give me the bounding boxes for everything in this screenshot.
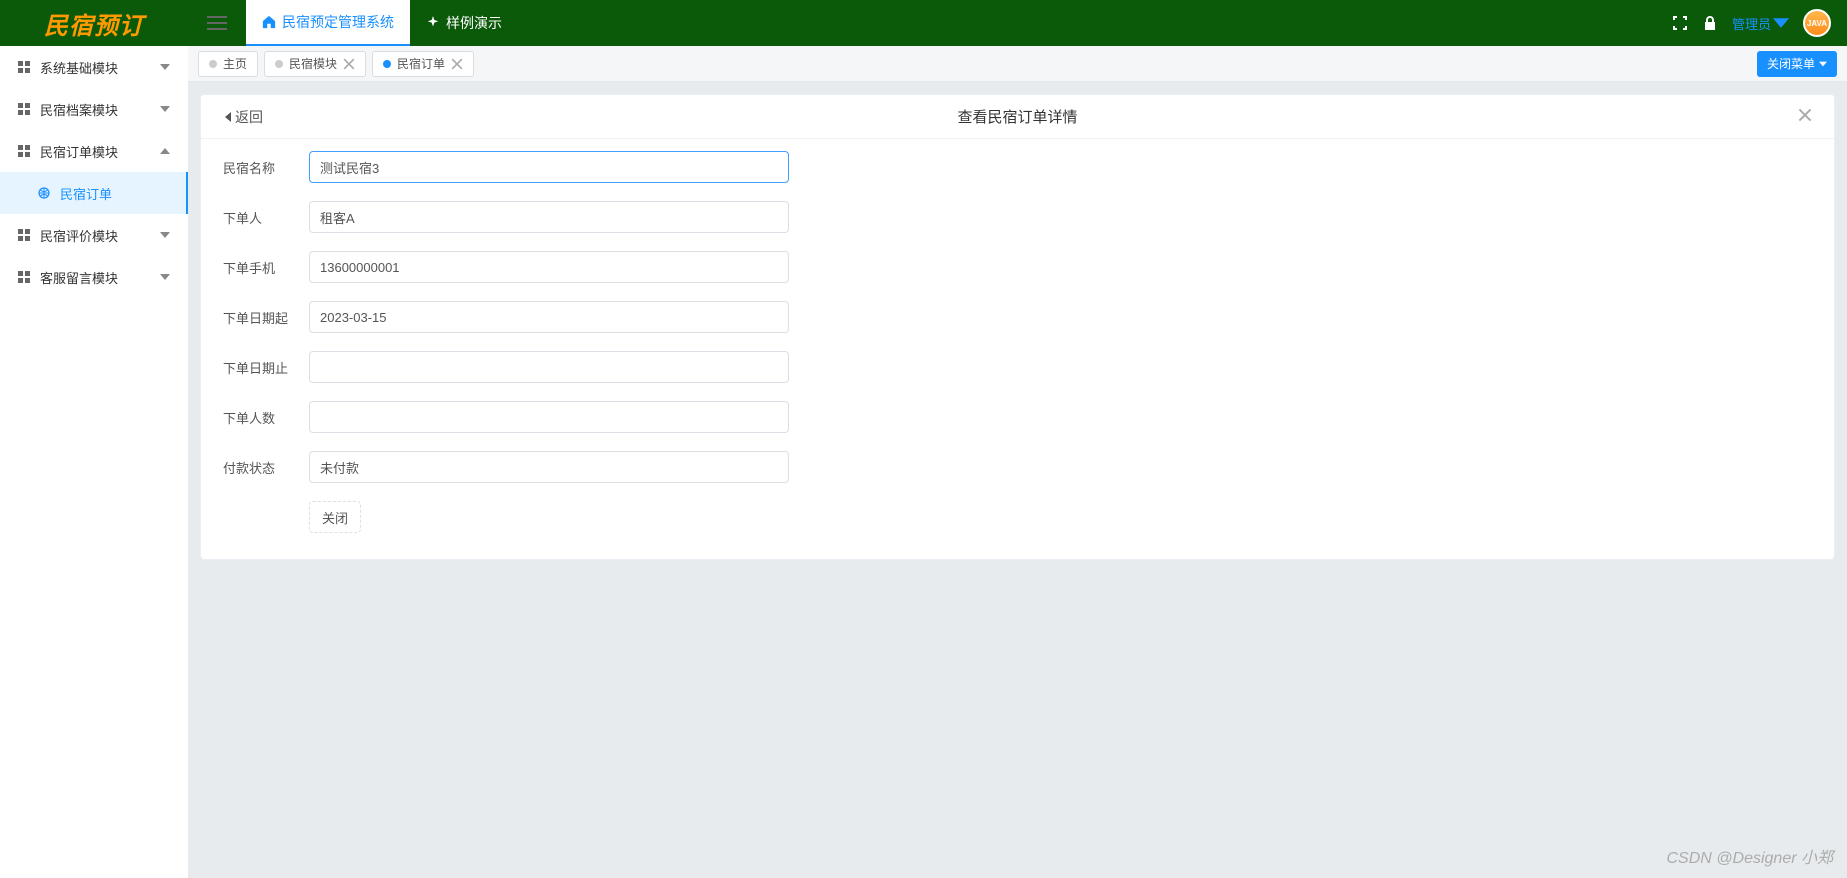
date-start-input[interactable] bbox=[309, 301, 789, 333]
tab-dot-icon bbox=[209, 60, 217, 68]
top-nav: 民宿预定管理系统 样例演示 bbox=[246, 0, 518, 46]
globe-icon bbox=[38, 187, 50, 199]
sidebar-label: 民宿订单 bbox=[60, 184, 112, 203]
date-end-input[interactable] bbox=[309, 351, 789, 383]
avatar[interactable]: JAVA bbox=[1803, 9, 1831, 37]
close-icon bbox=[1798, 108, 1812, 122]
close-button[interactable]: 关闭 bbox=[309, 501, 361, 533]
chevron-down-icon bbox=[160, 104, 170, 114]
fullscreen-icon[interactable] bbox=[1672, 15, 1688, 31]
grid-icon bbox=[18, 61, 30, 73]
home-icon bbox=[262, 15, 276, 29]
tab-home[interactable]: 主页 bbox=[198, 51, 258, 77]
form-label: 下单手机 bbox=[223, 258, 309, 277]
orderer-input[interactable] bbox=[309, 201, 789, 233]
sparkle-icon bbox=[426, 16, 440, 30]
hamburger-icon bbox=[207, 13, 227, 33]
grid-icon bbox=[18, 103, 30, 115]
grid-icon bbox=[18, 229, 30, 241]
top-nav-label: 民宿预定管理系统 bbox=[282, 12, 394, 32]
form-label: 下单人数 bbox=[223, 408, 309, 427]
sidebar-label: 民宿档案模块 bbox=[40, 100, 118, 119]
phone-input[interactable] bbox=[309, 251, 789, 283]
close-menu-label: 关闭菜单 bbox=[1767, 55, 1815, 72]
hamburger-button[interactable] bbox=[188, 0, 246, 46]
sidebar-item-system-base[interactable]: 系统基础模块 bbox=[0, 46, 188, 88]
sidebar: 系统基础模块 民宿档案模块 民宿订单模块 民宿订单 民宿评价模块 客服留言模块 bbox=[0, 46, 188, 878]
form-row-name: 民宿名称 bbox=[223, 151, 1812, 183]
panel-close-button[interactable] bbox=[1798, 108, 1812, 125]
form-label: 下单人 bbox=[223, 208, 309, 227]
header-right: 管理员 JAVA bbox=[1672, 9, 1847, 37]
form-label: 下单日期起 bbox=[223, 308, 309, 327]
logo: 民宿预订 bbox=[0, 0, 188, 46]
people-input[interactable] bbox=[309, 401, 789, 433]
sidebar-item-archive[interactable]: 民宿档案模块 bbox=[0, 88, 188, 130]
main: 主页 民宿模块 民宿订单 关闭菜单 返 bbox=[188, 46, 1847, 878]
close-icon[interactable] bbox=[451, 58, 463, 70]
tab-label: 民宿模块 bbox=[289, 55, 337, 72]
chevron-down-icon bbox=[1819, 60, 1827, 68]
form-row-phone: 下单手机 bbox=[223, 251, 1812, 283]
tab-order[interactable]: 民宿订单 bbox=[372, 51, 474, 77]
detail-panel: 返回 查看民宿订单详情 民宿名称 下单人 bbox=[200, 94, 1835, 560]
top-nav-label: 样例演示 bbox=[446, 13, 502, 33]
sidebar-label: 民宿评价模块 bbox=[40, 226, 118, 245]
lock-icon[interactable] bbox=[1702, 15, 1718, 31]
chevron-down-icon bbox=[160, 272, 170, 282]
sidebar-subitem-order[interactable]: 民宿订单 bbox=[0, 172, 188, 214]
form: 民宿名称 下单人 下单手机 下单日期起 bbox=[201, 139, 1834, 559]
pay-status-input[interactable] bbox=[309, 451, 789, 483]
panel-title: 查看民宿订单详情 bbox=[957, 106, 1077, 127]
sidebar-label: 系统基础模块 bbox=[40, 58, 118, 77]
sidebar-item-review[interactable]: 民宿评价模块 bbox=[0, 214, 188, 256]
sidebar-label: 民宿订单模块 bbox=[40, 142, 118, 161]
chevron-down-icon bbox=[1773, 15, 1789, 31]
back-label: 返回 bbox=[235, 107, 263, 127]
form-row-pay: 付款状态 bbox=[223, 451, 1812, 483]
name-input[interactable] bbox=[309, 151, 789, 183]
tab-dot-icon bbox=[275, 60, 283, 68]
form-row-orderer: 下单人 bbox=[223, 201, 1812, 233]
top-nav-demo[interactable]: 样例演示 bbox=[410, 0, 518, 46]
sidebar-label: 客服留言模块 bbox=[40, 268, 118, 287]
form-label: 付款状态 bbox=[223, 458, 309, 477]
form-label: 下单日期止 bbox=[223, 358, 309, 377]
chevron-up-icon bbox=[160, 146, 170, 156]
panel-header: 返回 查看民宿订单详情 bbox=[201, 95, 1834, 139]
tab-label: 民宿订单 bbox=[397, 55, 445, 72]
admin-label: 管理员 bbox=[1732, 14, 1771, 33]
close-menu-button[interactable]: 关闭菜单 bbox=[1757, 51, 1837, 77]
grid-icon bbox=[18, 271, 30, 283]
sidebar-item-message[interactable]: 客服留言模块 bbox=[0, 256, 188, 298]
chevron-down-icon bbox=[160, 62, 170, 72]
form-row-date-start: 下单日期起 bbox=[223, 301, 1812, 333]
sidebar-item-order[interactable]: 民宿订单模块 bbox=[0, 130, 188, 172]
chevron-down-icon bbox=[160, 230, 170, 240]
form-row-people: 下单人数 bbox=[223, 401, 1812, 433]
content: 返回 查看民宿订单详情 民宿名称 下单人 bbox=[200, 94, 1835, 866]
top-nav-system[interactable]: 民宿预定管理系统 bbox=[246, 0, 410, 46]
tabbar: 主页 民宿模块 民宿订单 关闭菜单 bbox=[188, 46, 1847, 82]
tab-module[interactable]: 民宿模块 bbox=[264, 51, 366, 77]
form-row-date-end: 下单日期止 bbox=[223, 351, 1812, 383]
grid-icon bbox=[18, 145, 30, 157]
tab-dot-icon bbox=[383, 60, 391, 68]
admin-dropdown[interactable]: 管理员 bbox=[1732, 14, 1789, 33]
form-label: 民宿名称 bbox=[223, 158, 309, 177]
close-icon[interactable] bbox=[343, 58, 355, 70]
tab-label: 主页 bbox=[223, 55, 247, 72]
header: 民宿预订 民宿预定管理系统 样例演示 管理员 JAVA bbox=[0, 0, 1847, 46]
back-button[interactable]: 返回 bbox=[223, 107, 263, 127]
chevron-left-icon bbox=[223, 112, 233, 122]
